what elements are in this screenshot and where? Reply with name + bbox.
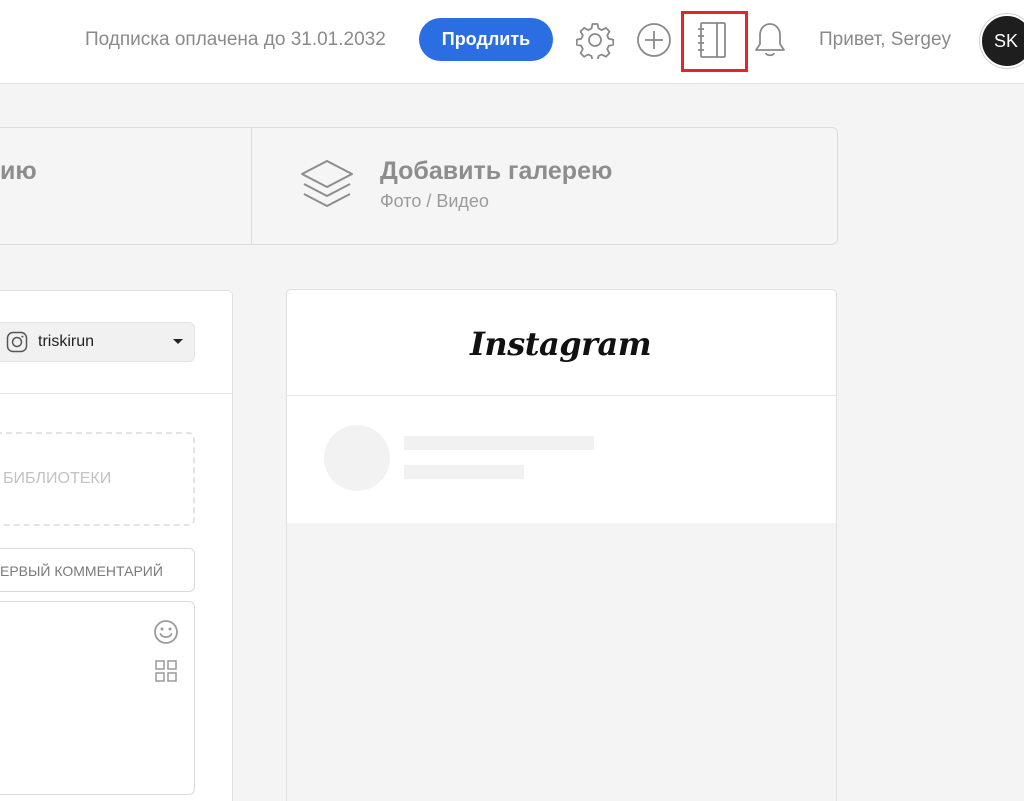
notebook-icon[interactable]	[692, 18, 732, 62]
editor-divider	[0, 393, 232, 394]
account-name: triskirun	[38, 333, 95, 350]
gallery-title: Добавить галерею	[380, 157, 613, 185]
emoji-icon[interactable]	[153, 619, 179, 650]
gear-icon[interactable]	[575, 18, 615, 62]
instagram-logo: Instagram	[469, 324, 652, 363]
greeting-text: Привет, Sergey	[819, 29, 952, 50]
gallery-subtitle: Фото / Видео	[380, 191, 489, 211]
skeleton-line	[404, 436, 594, 450]
instagram-icon	[6, 331, 28, 358]
preview-header: Instagram	[287, 290, 836, 396]
skeleton-avatar	[324, 425, 390, 491]
preview-media-area	[287, 523, 836, 801]
subscription-status: Подписка оплачена до 31.01.2032	[85, 29, 386, 50]
add-option-label-partial[interactable]: ию	[0, 157, 37, 186]
bell-icon[interactable]	[750, 18, 790, 62]
plus-circle-icon[interactable]	[634, 18, 674, 62]
library-label: БИБЛИОТЕКИ	[3, 470, 112, 487]
first-comment-label: ЕРВЫЙ КОММЕНТАРИЙ	[0, 563, 163, 579]
renew-button[interactable]: Продлить	[419, 18, 553, 61]
chevron-down-icon[interactable]	[173, 339, 183, 344]
account-select[interactable]	[0, 322, 195, 362]
grid-icon[interactable]	[155, 660, 177, 687]
layers-icon	[298, 158, 356, 219]
skeleton-line	[404, 465, 524, 479]
